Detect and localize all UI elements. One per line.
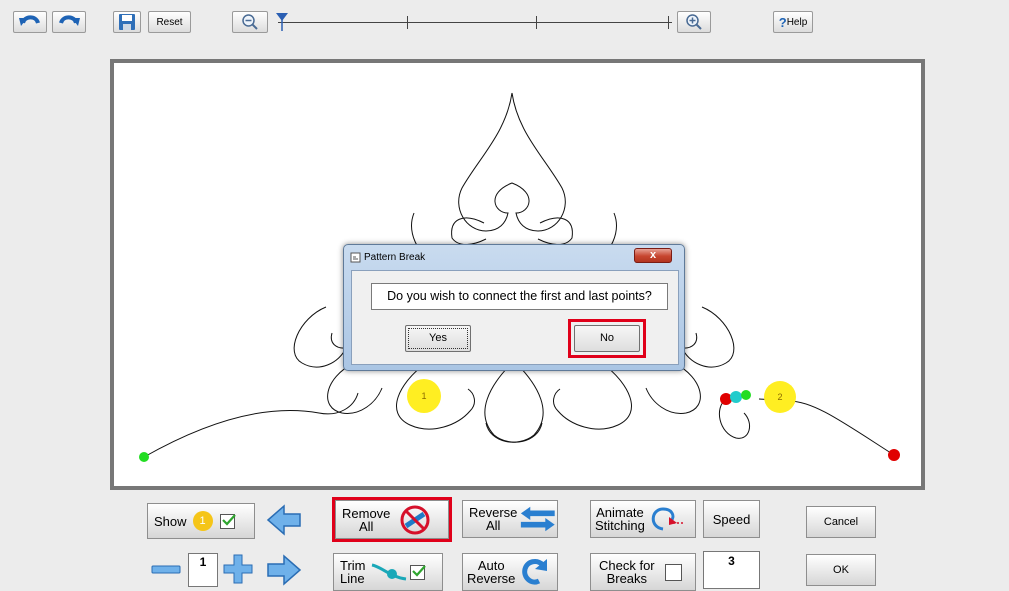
reset-button[interactable]: Reset xyxy=(148,11,191,33)
zoom-slider-tick xyxy=(536,16,537,29)
zoom-slider-tick xyxy=(407,16,408,29)
plus-icon xyxy=(223,554,253,584)
trim-line-label: Trim Line xyxy=(340,558,366,586)
trim-line-button[interactable]: Trim Line xyxy=(333,553,443,591)
step-value-field[interactable]: 1 xyxy=(188,553,218,587)
dialog-title: Pattern Break xyxy=(364,252,426,263)
end-point-red xyxy=(888,449,900,461)
reset-label: Reset xyxy=(156,16,183,28)
arrow-left-icon xyxy=(266,504,301,536)
undo-button[interactable] xyxy=(13,11,47,33)
save-icon xyxy=(119,14,135,30)
pattern-left-tail xyxy=(143,392,359,458)
arrow-right-icon xyxy=(267,554,302,586)
check-for-breaks-checkbox[interactable] xyxy=(664,563,682,581)
dialog-app-icon xyxy=(350,252,361,263)
help-question-icon: ? xyxy=(778,14,787,30)
speed-button[interactable]: Speed xyxy=(703,500,760,538)
minus-icon xyxy=(151,565,181,574)
break-point-green xyxy=(741,390,751,400)
no-button-highlight xyxy=(568,319,646,358)
start-point-green xyxy=(139,452,149,462)
zoom-out-button[interactable] xyxy=(232,11,268,33)
zoom-slider[interactable] xyxy=(275,10,675,34)
check-icon xyxy=(411,564,426,577)
marker-1[interactable]: 1 xyxy=(407,379,441,413)
marker-2[interactable]: 2 xyxy=(764,381,796,413)
remove-all-highlight xyxy=(332,497,452,542)
save-button[interactable] xyxy=(113,11,141,33)
marker-badge-icon: 1 xyxy=(192,511,213,531)
zoom-in-icon xyxy=(686,14,702,30)
animate-icon xyxy=(651,507,683,531)
break-point-cyan xyxy=(730,391,742,403)
decrease-button[interactable] xyxy=(150,556,182,582)
trim-line-checkbox[interactable] xyxy=(409,564,426,580)
check-for-breaks-button[interactable]: Check for Breaks xyxy=(590,553,696,591)
pattern-top-spire xyxy=(458,92,566,232)
reverse-all-button[interactable]: Reverse All xyxy=(462,500,558,538)
animate-stitching-button[interactable]: Animate Stitching xyxy=(590,500,696,538)
show-label: Show xyxy=(154,513,187,529)
check-icon xyxy=(221,513,236,526)
previous-arrow-button[interactable] xyxy=(264,503,304,537)
yes-button[interactable]: Yes xyxy=(405,325,471,352)
show-checkbox[interactable] xyxy=(219,513,236,529)
ok-button[interactable]: OK xyxy=(806,554,876,586)
auto-reverse-label: Auto Reverse xyxy=(467,558,516,586)
cancel-button[interactable]: Cancel xyxy=(806,506,876,538)
auto-reverse-button[interactable]: Auto Reverse xyxy=(462,553,558,591)
zoom-in-button[interactable] xyxy=(677,11,711,33)
check-for-breaks-label: Check for Breaks xyxy=(599,558,655,586)
auto-reverse-icon xyxy=(522,559,548,585)
break-point-red xyxy=(720,393,732,405)
marker-2-label: 2 xyxy=(777,392,783,402)
dialog-body: Do you wish to connect the first and las… xyxy=(351,270,679,365)
zoom-out-icon xyxy=(242,14,258,30)
zoom-slider-track xyxy=(278,22,672,23)
increase-button[interactable] xyxy=(222,553,254,585)
help-button[interactable]: ? Help xyxy=(773,11,813,33)
pattern-break-dialog: Pattern Break x Do you wish to connect t… xyxy=(343,244,685,371)
reverse-arrows-icon xyxy=(521,506,556,532)
redo-icon xyxy=(59,15,80,26)
help-label: Help xyxy=(786,16,808,28)
zoom-slider-thumb[interactable] xyxy=(275,12,289,32)
dialog-close-button[interactable]: x xyxy=(634,248,672,263)
close-icon: x xyxy=(649,249,657,261)
speed-label: Speed xyxy=(712,511,751,527)
cancel-label: Cancel xyxy=(823,515,859,528)
trim-icon xyxy=(371,563,406,581)
marker-1-label: 1 xyxy=(421,391,427,401)
next-arrow-button[interactable] xyxy=(264,554,304,586)
animate-stitching-label: Animate Stitching xyxy=(595,505,645,533)
ok-label: OK xyxy=(833,563,849,576)
dialog-message: Do you wish to connect the first and las… xyxy=(371,283,668,310)
reverse-all-label: Reverse All xyxy=(469,505,518,533)
zoom-slider-tick xyxy=(668,16,669,29)
undo-icon xyxy=(19,15,40,26)
show-button[interactable]: Show 1 xyxy=(147,503,255,539)
redo-button[interactable] xyxy=(52,11,86,33)
speed-value-field[interactable]: 3 xyxy=(703,551,760,589)
